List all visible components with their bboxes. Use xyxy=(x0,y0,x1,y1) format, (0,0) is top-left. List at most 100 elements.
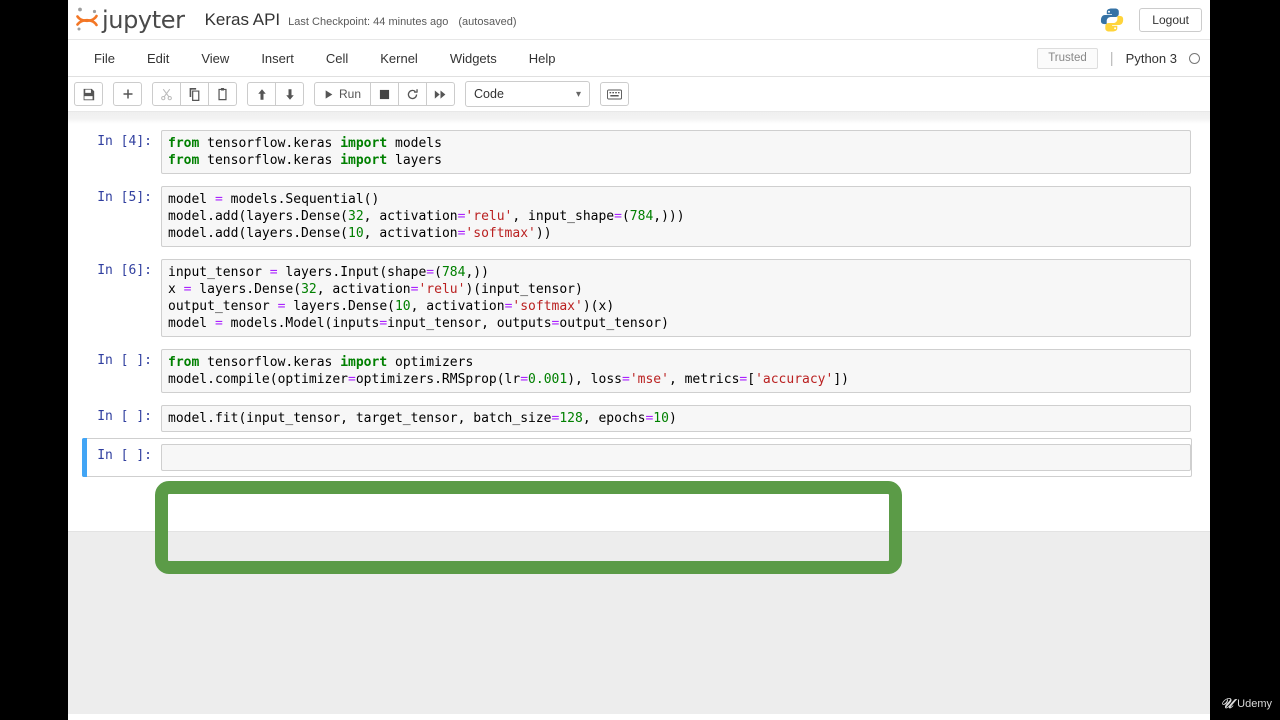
code-token: models xyxy=(387,136,442,151)
code-line: from tensorflow.keras import optimizers xyxy=(168,354,1184,371)
code-token: from xyxy=(168,355,200,370)
notebook-cell[interactable]: In [ ]: from tensorflow.keras import opti… xyxy=(82,343,1192,399)
code-token: ) xyxy=(668,411,677,426)
insert-cell-below-button[interactable] xyxy=(113,82,142,106)
code-token: )(x) xyxy=(582,299,615,314)
menu-bar: File Edit View Insert Cell Kernel Widget… xyxy=(68,40,1210,77)
code-line: output_tensor = layers.Dense(10, activat… xyxy=(168,298,1184,315)
move-cell-down-button[interactable] xyxy=(275,82,304,106)
cell-input-area[interactable]: model.fit(input_tensor, target_tensor, b… xyxy=(161,405,1191,432)
cell-type-select[interactable]: Code ▾ xyxy=(465,81,591,107)
cell-input-area[interactable]: from tensorflow.keras import models from … xyxy=(161,130,1191,174)
interrupt-kernel-button[interactable] xyxy=(370,82,400,106)
code-token: layers xyxy=(387,153,442,168)
notebook-cell[interactable]: In [4]: from tensorflow.keras import mode… xyxy=(82,124,1192,180)
cell-input-area[interactable] xyxy=(161,444,1191,471)
screen: jupyter Keras API Last Checkpoint: 44 mi… xyxy=(0,0,1280,720)
menu-item-file[interactable]: File xyxy=(78,43,131,74)
run-button[interactable]: Run xyxy=(314,82,372,106)
notebook-cell[interactable]: In [5]: model = models.Sequential() model.… xyxy=(82,180,1192,253)
notebook-cell[interactable]: In [ ]: model.fit(input_tensor, target_te… xyxy=(82,399,1192,438)
cut-button[interactable] xyxy=(152,82,181,106)
code-token: = xyxy=(520,372,529,387)
toolbar-group-move xyxy=(247,82,304,106)
logout-button[interactable]: Logout xyxy=(1139,8,1202,32)
code-token: model xyxy=(168,316,215,331)
code-token: , activation xyxy=(316,282,411,297)
move-cell-up-button[interactable] xyxy=(247,82,276,106)
code-token: x xyxy=(168,282,184,297)
toolbar-group-run: Run xyxy=(314,82,456,106)
menu-item-kernel[interactable]: Kernel xyxy=(364,43,434,74)
python-logo-icon xyxy=(1099,7,1125,33)
menu-item-edit[interactable]: Edit xyxy=(131,43,185,74)
code-token: , input_shape xyxy=(512,209,615,224)
code-line: model.add(layers.Dense(10, activation='s… xyxy=(168,225,1184,242)
code-token: = xyxy=(214,316,223,331)
menubar-right-group: Trusted | Python 3 xyxy=(1037,40,1200,77)
command-palette-button[interactable] xyxy=(600,82,630,106)
notebook-header: jupyter Keras API Last Checkpoint: 44 mi… xyxy=(68,0,1210,40)
notebook-cell[interactable]: In [ ]: xyxy=(82,438,1192,477)
notebook-cell[interactable]: In [6]: input_tensor = layers.Input(shape… xyxy=(82,253,1192,343)
code-token: model.add(layers.Dense( xyxy=(168,209,349,224)
code-token: 'softmax' xyxy=(512,299,583,314)
code-token: 784 xyxy=(629,209,654,224)
code-token: , activation xyxy=(363,226,458,241)
cell-input-area[interactable]: from tensorflow.keras import optimizers m… xyxy=(161,349,1191,393)
jupyter-logo-link[interactable]: jupyter xyxy=(74,5,185,35)
code-token: models.Sequential() xyxy=(222,192,380,207)
menu-item-widgets[interactable]: Widgets xyxy=(434,43,513,74)
code-token: = xyxy=(214,192,223,207)
code-token: 'mse' xyxy=(629,372,669,387)
code-token: 'softmax' xyxy=(465,226,536,241)
menu-item-view[interactable]: View xyxy=(185,43,245,74)
cell-input-area[interactable]: model = models.Sequential() model.add(lay… xyxy=(161,186,1191,247)
kernel-idle-circle-icon[interactable] xyxy=(1189,53,1200,64)
restart-and-run-all-button[interactable] xyxy=(426,82,456,106)
code-token: ( xyxy=(434,265,442,280)
chevron-down-icon: ▾ xyxy=(575,88,582,100)
autosaved-status: (autosaved) xyxy=(458,15,517,28)
menu-item-cell[interactable]: Cell xyxy=(310,43,364,74)
cell-prompt: In [ ]: xyxy=(97,353,152,368)
code-token: 'accuracy' xyxy=(755,372,834,387)
code-token: output_tensor xyxy=(168,299,278,314)
code-token: from xyxy=(168,153,200,168)
code-token: = xyxy=(348,372,356,387)
code-token: model.add(layers.Dense( xyxy=(168,226,349,241)
code-token: = xyxy=(379,316,388,331)
code-line: model = models.Sequential() xyxy=(168,191,1184,208)
copy-button[interactable] xyxy=(180,82,209,106)
toolbar-group-palette xyxy=(600,82,630,106)
cell-prompt: In [5]: xyxy=(97,190,152,205)
code-line: from tensorflow.keras import layers xyxy=(168,152,1184,169)
save-button[interactable] xyxy=(74,82,103,106)
code-token: , epochs xyxy=(582,411,646,426)
code-token: [ xyxy=(747,372,756,387)
code-token: 32 xyxy=(348,209,364,224)
code-token: = xyxy=(614,209,622,224)
paste-button[interactable] xyxy=(208,82,237,106)
cell-prompt: In [ ]: xyxy=(97,448,152,463)
code-token: layers.Dense( xyxy=(285,299,395,314)
menu-item-insert[interactable]: Insert xyxy=(245,43,310,74)
code-token: import xyxy=(340,136,388,151)
toolbar-group-save xyxy=(74,82,103,106)
code-token: model xyxy=(168,192,215,207)
cell-input-area[interactable]: input_tensor = layers.Input(shape=(784,)… xyxy=(161,259,1191,337)
play-icon xyxy=(325,89,333,99)
code-line: x = layers.Dense(32, activation='relu')(… xyxy=(168,281,1184,298)
udemy-watermark: 𝒰 Udemy xyxy=(1221,695,1272,712)
code-token: )(input_tensor) xyxy=(465,282,583,297)
code-token: input_tensor, outputs xyxy=(387,316,552,331)
trusted-badge[interactable]: Trusted xyxy=(1037,47,1098,70)
notebook-toolbar: Run Code ▾ xyxy=(68,77,1210,111)
restart-kernel-button[interactable] xyxy=(398,82,428,106)
menu-item-help[interactable]: Help xyxy=(513,43,572,74)
code-token: 'relu' xyxy=(465,209,513,224)
cell-prompt: In [ ]: xyxy=(97,409,152,424)
header-right-group: Logout xyxy=(1099,0,1202,40)
code-token: 10 xyxy=(348,226,364,241)
notebook-title[interactable]: Keras API xyxy=(205,10,281,30)
